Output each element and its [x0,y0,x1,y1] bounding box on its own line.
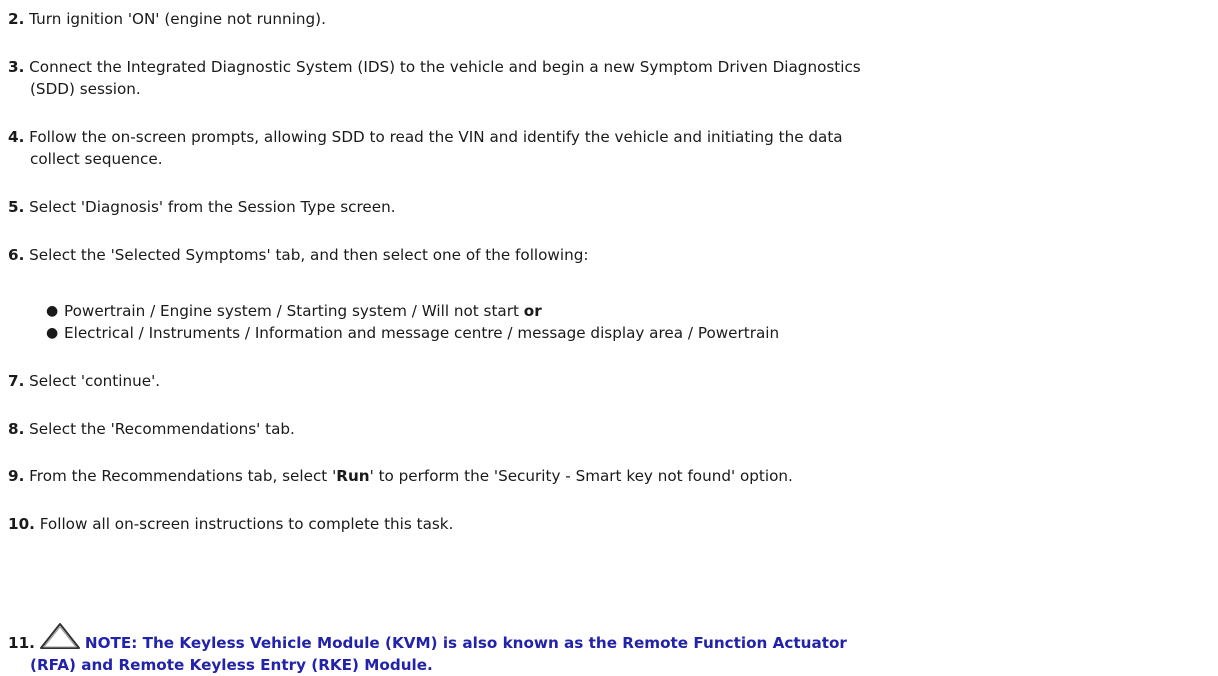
step-text-after: ' to perform the 'Security - Smart key n… [369,467,793,485]
step-text: Select the 'Recommendations' tab. [29,420,295,438]
list-item: ● Electrical / Instruments / Information… [40,322,779,344]
step-number: 5. [8,198,25,216]
note-text-continued: (RFA) and Remote Keyless Entry (RKE) Mod… [30,656,433,674]
step-text: Turn ignition 'ON' (engine not running). [29,10,326,28]
step-text: From the Recommendations tab, select ' [29,467,337,485]
step-text-continued: (SDD) session. [30,80,141,98]
step-8: 8. Select the 'Recommendations' tab. [8,418,1208,440]
step-number: 11. [8,634,35,652]
list-item: ● Powertrain / Engine system / Starting … [40,300,779,322]
step-9: 9. From the Recommendations tab, select … [8,465,1208,487]
note-text: NOTE: The Keyless Vehicle Module (KVM) i… [84,634,847,652]
step-text: Connect the Integrated Diagnostic System… [29,58,861,76]
run-emphasis: Run [336,467,370,485]
warning-triangle-icon [39,622,81,650]
list-item-text: Powertrain / Engine system / Starting sy… [64,302,524,320]
step-number: 6. [8,246,25,264]
step-text: Select the 'Selected Symptoms' tab, and … [29,246,589,264]
step-4: 4. Follow the on-screen prompts, allowin… [8,126,1208,170]
step-number: 7. [8,372,25,390]
list-item-emphasis: or [523,302,542,320]
symptom-options-list: ● Powertrain / Engine system / Starting … [40,300,779,344]
step-3: 3. Connect the Integrated Diagnostic Sys… [8,56,1208,100]
step-number: 8. [8,420,25,438]
step-text-continued: collect sequence. [30,150,163,168]
step-number: 10. [8,515,35,533]
bullet-icon: ● [46,325,59,341]
step-number: 4. [8,128,25,146]
step-number: 9. [8,467,25,485]
step-text: Select 'continue'. [29,372,161,390]
step-number: 3. [8,58,25,76]
step-5: 5. Select 'Diagnosis' from the Session T… [8,196,1208,218]
bullet-icon: ● [46,303,59,319]
procedure-page: { "steps": [ {"num": "2.", "text": "Turn… [0,0,1218,674]
list-item-text: Electrical / Instruments / Information a… [64,324,780,342]
step-text: Follow all on-screen instructions to com… [39,515,454,533]
step-11-note: 11. NOTE: The Keyless Vehicle Module (KV… [8,622,1208,676]
step-6: 6. Select the 'Selected Symptoms' tab, a… [8,244,1208,266]
step-10: 10. Follow all on-screen instructions to… [8,513,1208,535]
step-7: 7. Select 'continue'. [8,370,1208,392]
step-number: 2. [8,10,25,28]
step-text: Follow the on-screen prompts, allowing S… [29,128,843,146]
step-2: 2. Turn ignition 'ON' (engine not runnin… [8,8,1208,30]
step-text: Select 'Diagnosis' from the Session Type… [29,198,396,216]
